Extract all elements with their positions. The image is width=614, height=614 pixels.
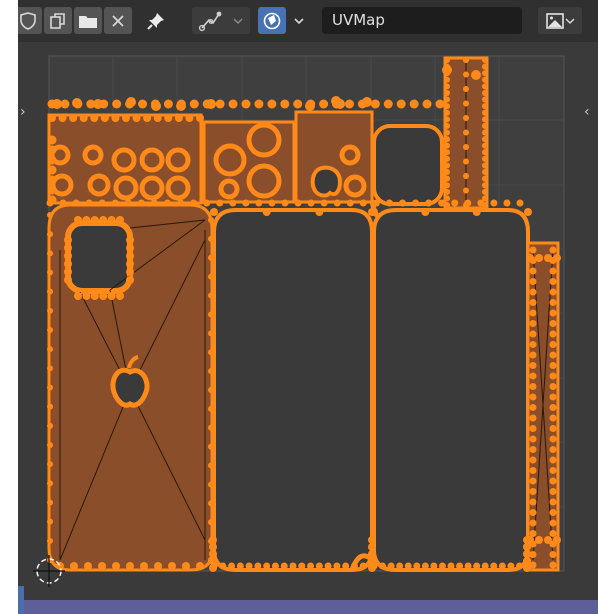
- fake-user-button[interactable]: [18, 7, 42, 34]
- folder-icon: [79, 15, 97, 28]
- sticky-selection-mode-dropdown[interactable]: [192, 7, 250, 34]
- shield-icon: [20, 11, 36, 30]
- uv-island-front-panel[interactable]: [212, 208, 374, 572]
- chevron-down-icon: [565, 17, 575, 24]
- sticky-selection-icon: [198, 11, 222, 31]
- duplicate-icon: [50, 12, 65, 29]
- pin-icon: [147, 12, 164, 30]
- image-icon: [546, 12, 564, 29]
- pin-button[interactable]: [142, 7, 170, 34]
- uv-map-selector[interactable]: UVMap: [322, 7, 522, 34]
- uv-sync-icon: [263, 12, 281, 29]
- sidebar-toggle-right-icon[interactable]: ‹: [584, 104, 590, 120]
- chevron-down-icon: [294, 17, 304, 24]
- unlink-image-button[interactable]: [104, 7, 132, 34]
- status-strip: [18, 600, 598, 614]
- workspace-edge-tab[interactable]: [18, 586, 24, 614]
- uv-sync-selection-button[interactable]: [258, 7, 286, 34]
- close-icon: [112, 14, 124, 27]
- toolbar-toggle-left-icon[interactable]: ›: [20, 104, 26, 120]
- uv-island-top-cluster[interactable]: [47, 110, 444, 206]
- uv-island-screen-panel[interactable]: [349, 199, 530, 572]
- open-image-button[interactable]: [74, 7, 102, 34]
- duplicate-image-button[interactable]: [44, 7, 72, 34]
- image-browse-dropdown[interactable]: [538, 7, 582, 34]
- uv-editor-header: UVMap: [18, 0, 598, 42]
- chevron-down-icon: [233, 17, 243, 24]
- uv-editor: UVMap › ‹: [18, 0, 598, 614]
- uv-viewport[interactable]: › ‹: [18, 42, 598, 602]
- uv-sync-dropdown[interactable]: [286, 7, 312, 34]
